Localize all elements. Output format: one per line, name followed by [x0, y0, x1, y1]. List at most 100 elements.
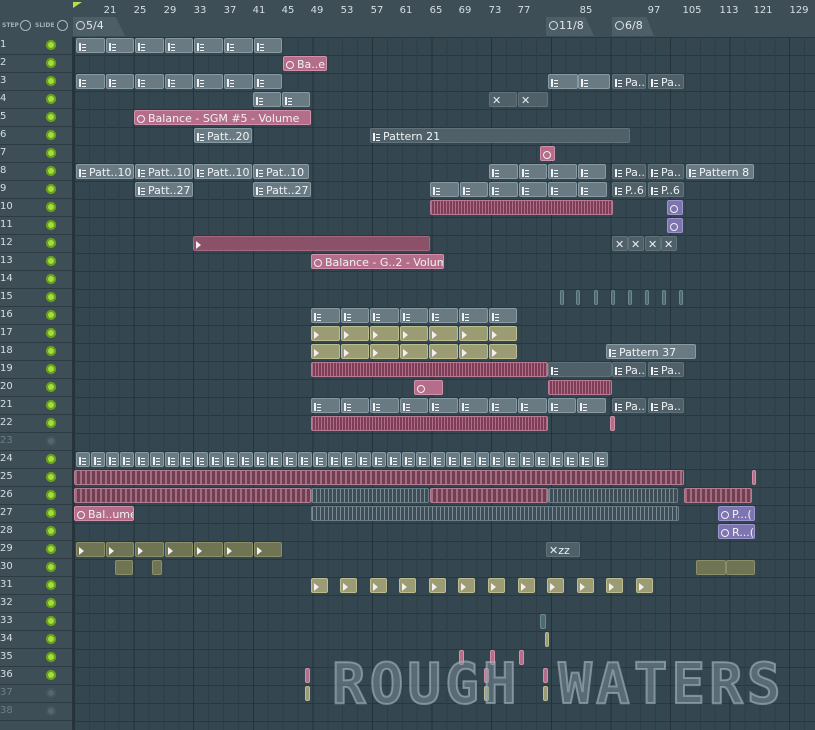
pattern-clip[interactable]	[340, 308, 370, 323]
track-header[interactable]: 28	[0, 523, 72, 541]
pattern-clip[interactable]	[76, 38, 105, 53]
pattern-clip[interactable]	[684, 488, 752, 503]
pattern-clip[interactable]	[224, 74, 253, 89]
track-header[interactable]: 34	[0, 631, 72, 649]
pattern-clip[interactable]: Pa..	[648, 74, 684, 89]
track-mute-led-icon[interactable]	[46, 292, 56, 302]
pattern-clip[interactable]	[662, 290, 666, 305]
pattern-clip[interactable]	[645, 290, 649, 305]
track-mute-led-icon[interactable]	[46, 508, 56, 518]
track-mute-led-icon[interactable]	[46, 472, 56, 482]
track-header[interactable]: 36	[0, 667, 72, 685]
audio-clip[interactable]	[458, 578, 475, 593]
audio-clip[interactable]	[105, 542, 135, 557]
track-mute-led-icon[interactable]	[46, 274, 56, 284]
pattern-clip[interactable]: ✕	[661, 236, 677, 251]
pattern-clip[interactable]: ✕	[489, 92, 517, 107]
pattern-clip[interactable]	[311, 488, 429, 503]
pattern-clip[interactable]	[560, 290, 564, 305]
pattern-clip[interactable]	[74, 488, 311, 503]
pattern-clip[interactable]	[209, 452, 223, 467]
pattern-clip[interactable]	[340, 398, 370, 413]
pattern-clip[interactable]	[518, 164, 548, 179]
audio-clip[interactable]	[311, 578, 328, 593]
automation-clip[interactable]	[667, 218, 683, 233]
pattern-clip[interactable]: Patt..10	[135, 164, 193, 179]
pattern-clip[interactable]	[238, 452, 253, 467]
pattern-clip[interactable]: Pattern 37	[606, 344, 696, 359]
pattern-clip[interactable]	[120, 452, 135, 467]
automation-clip[interactable]: Balance - G..2 - Volume	[311, 254, 444, 269]
pattern-clip[interactable]	[74, 470, 684, 485]
pattern-clip[interactable]	[194, 452, 209, 467]
track-mute-led-icon[interactable]	[46, 94, 56, 104]
track-mute-led-icon[interactable]	[46, 58, 56, 68]
audio-clip[interactable]	[194, 542, 223, 557]
automation-clip[interactable]: Balance - SGM #5 - Volume	[134, 110, 311, 125]
automation-clip[interactable]: Ba..e	[283, 56, 327, 71]
pattern-clip[interactable]	[549, 452, 564, 467]
pattern-clip[interactable]	[327, 452, 342, 467]
track-header[interactable]: 33	[0, 613, 72, 631]
automation-clip[interactable]: P...(	[718, 506, 755, 521]
pattern-clip[interactable]	[611, 290, 615, 305]
track-header[interactable]: 8	[0, 163, 72, 181]
pattern-clip[interactable]	[298, 452, 312, 467]
pattern-clip[interactable]: Pa..	[612, 398, 646, 413]
automation-clip[interactable]: Bal..ume	[74, 506, 134, 521]
pattern-clip[interactable]	[576, 290, 580, 305]
track-mute-led-icon[interactable]	[46, 346, 56, 356]
pattern-clip[interactable]	[431, 452, 445, 467]
track-mute-led-icon[interactable]	[46, 616, 56, 626]
pattern-clip[interactable]	[342, 452, 357, 467]
track-header[interactable]: 27	[0, 505, 72, 523]
timeline-ruler[interactable]: STEP SLIDE 21 25 29 33 37 41 45 49 53 57 61 65 69 73 7…	[0, 0, 815, 37]
automation-clip[interactable]	[540, 146, 555, 161]
pattern-clip[interactable]	[548, 182, 577, 197]
pattern-clip[interactable]	[505, 452, 519, 467]
pattern-clip[interactable]	[401, 452, 416, 467]
track-header[interactable]: 10	[0, 199, 72, 217]
track-header[interactable]: 20	[0, 379, 72, 397]
pattern-clip[interactable]	[311, 506, 679, 521]
track-header[interactable]: 15	[0, 289, 72, 307]
pattern-clip[interactable]: P..6	[612, 182, 646, 197]
pattern-clip[interactable]	[430, 488, 548, 503]
pattern-clip[interactable]	[179, 452, 194, 467]
pattern-clip[interactable]	[224, 38, 253, 53]
pattern-clip[interactable]	[312, 452, 327, 467]
pattern-clip[interactable]	[594, 290, 598, 305]
track-mute-led-icon[interactable]	[46, 418, 56, 428]
pattern-clip[interactable]	[311, 416, 548, 431]
pattern-clip[interactable]	[679, 290, 683, 305]
audio-clip[interactable]	[488, 578, 505, 593]
pattern-clip[interactable]: ✕	[612, 236, 628, 251]
track-header[interactable]: 17	[0, 325, 72, 343]
audio-clip[interactable]	[311, 344, 340, 359]
pattern-clip[interactable]: Pat..10	[253, 164, 309, 179]
audio-clip[interactable]	[399, 344, 429, 359]
pattern-clip[interactable]	[90, 452, 105, 467]
pattern-clip[interactable]	[311, 362, 548, 377]
pattern-clip[interactable]	[399, 308, 429, 323]
track-mute-led-icon[interactable]	[46, 526, 56, 536]
pattern-clip[interactable]	[518, 182, 548, 197]
pattern-clip[interactable]	[372, 452, 386, 467]
track-mute-led-icon[interactable]	[46, 166, 56, 176]
automation-clip[interactable]	[667, 200, 683, 215]
pattern-clip[interactable]: Pa..	[612, 164, 646, 179]
audio-clip[interactable]	[577, 578, 594, 593]
track-mute-led-icon[interactable]	[46, 148, 56, 158]
pattern-clip[interactable]	[164, 74, 194, 89]
pattern-clip[interactable]	[540, 614, 546, 629]
pattern-clip[interactable]	[488, 308, 518, 323]
track-header[interactable]: 5	[0, 109, 72, 127]
pattern-clip[interactable]	[578, 182, 607, 197]
pattern-clip[interactable]	[520, 452, 534, 467]
audio-clip[interactable]	[429, 578, 446, 593]
pattern-clip[interactable]	[224, 452, 238, 467]
pattern-clip[interactable]	[150, 452, 164, 467]
audio-clip[interactable]	[253, 542, 283, 557]
track-header[interactable]: 31	[0, 577, 72, 595]
pattern-clip[interactable]: Pa..	[648, 164, 684, 179]
